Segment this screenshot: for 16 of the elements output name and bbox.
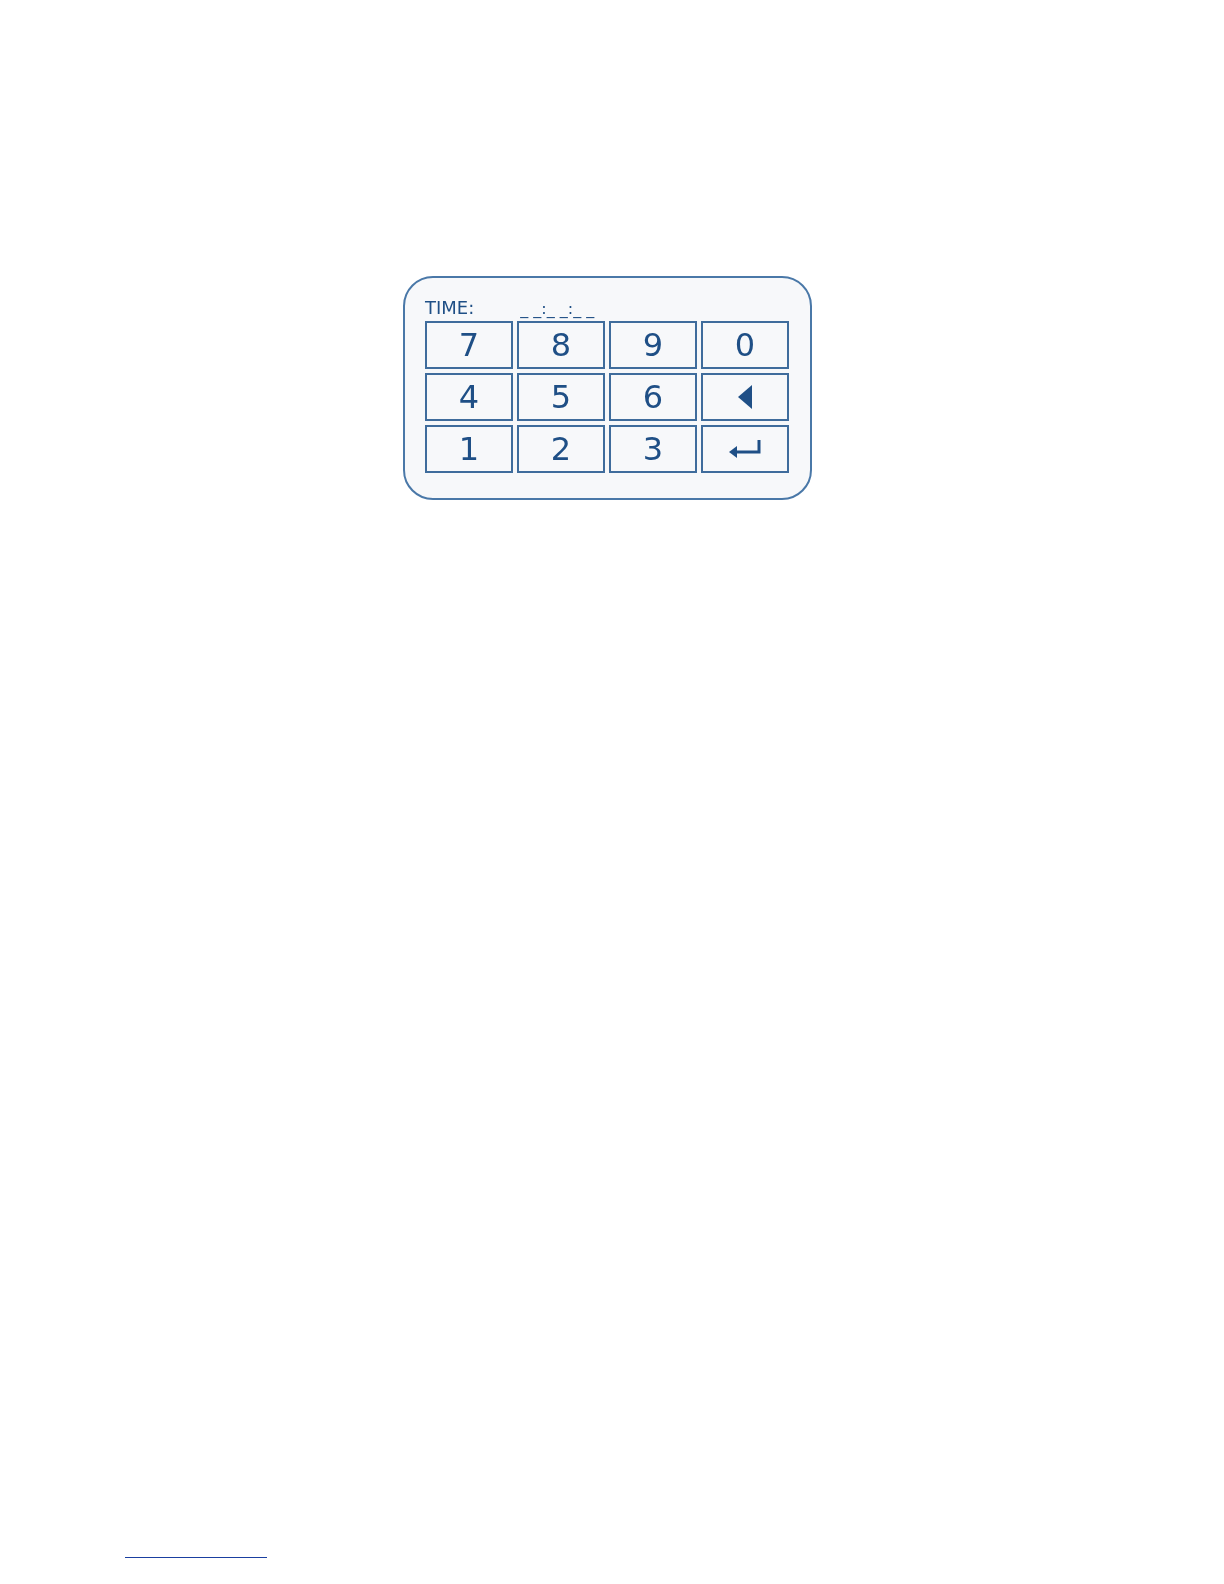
return-arrow-icon	[729, 439, 761, 459]
time-field[interactable]: _ _:_ _:_ _	[520, 299, 595, 318]
time-label: TIME:	[425, 297, 475, 318]
digit-key[interactable]: 2	[517, 425, 605, 473]
left-triangle-icon	[738, 385, 752, 409]
backspace-key[interactable]	[701, 373, 789, 421]
digit-key[interactable]: 4	[425, 373, 513, 421]
digit-key[interactable]: 7	[425, 321, 513, 369]
digit-key[interactable]: 9	[609, 321, 697, 369]
digit-key[interactable]: 0	[701, 321, 789, 369]
digit-key[interactable]: 8	[517, 321, 605, 369]
enter-key[interactable]	[701, 425, 789, 473]
digit-key[interactable]: 5	[517, 373, 605, 421]
digit-key[interactable]: 3	[609, 425, 697, 473]
digit-key[interactable]: 1	[425, 425, 513, 473]
digit-key[interactable]: 6	[609, 373, 697, 421]
